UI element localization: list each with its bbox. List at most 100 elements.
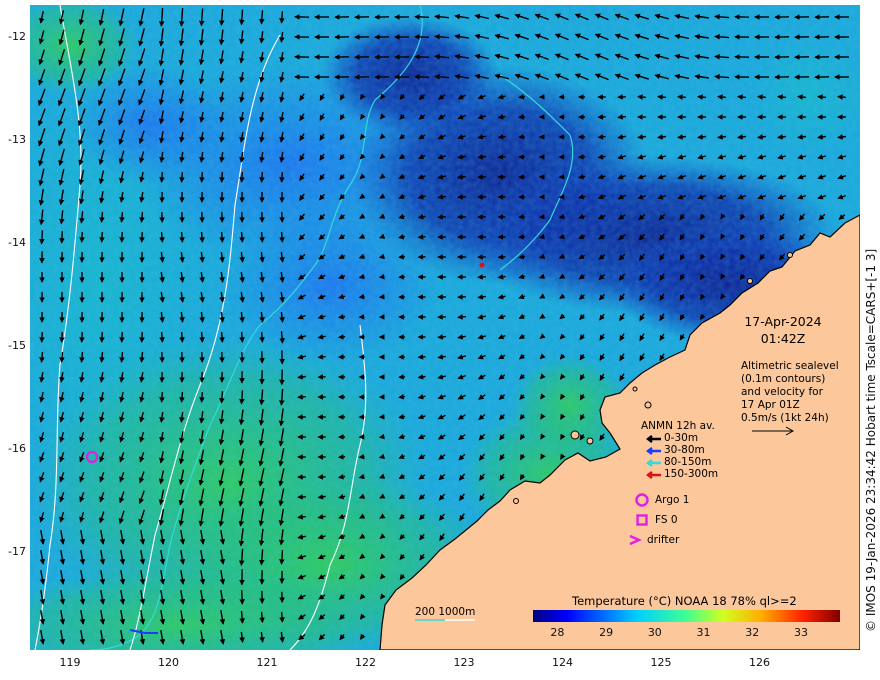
velocity-arrow: [119, 351, 125, 363]
velocity-arrow: [259, 611, 265, 624]
velocity-arrow: [279, 171, 285, 183]
anmn-title: ANMN 12h av.: [641, 420, 715, 432]
velocity-arrow: [159, 231, 165, 243]
velocity-arrow: [777, 94, 787, 100]
velocity-arrow: [179, 171, 185, 183]
velocity-arrow: [437, 214, 446, 220]
x-tick-label: 125: [650, 656, 672, 669]
colorbar-tick-label: 32: [745, 626, 760, 639]
velocity-arrow: [119, 331, 125, 343]
colorbar-title: Temperature (°C) NOAA 18 78% ql>=2: [572, 594, 797, 608]
velocity-arrow: [777, 134, 787, 140]
velocity-arrow: [378, 253, 385, 260]
velocity-arrow: [279, 11, 285, 24]
velocity-arrow: [518, 114, 525, 120]
velocity-arrow: [259, 10, 265, 25]
velocity-arrow: [259, 331, 265, 343]
velocity-arrow: [497, 254, 506, 260]
velocity-arrow: [99, 231, 105, 243]
velocity-arrow: [239, 331, 245, 343]
velocity-arrow: [398, 254, 405, 260]
velocity-arrow: [239, 390, 245, 405]
velocity-arrow: [817, 134, 827, 140]
fs-legend-label: FS 0: [655, 514, 678, 526]
y-tick-label: -12: [8, 30, 26, 43]
velocity-arrow: [159, 331, 165, 343]
velocity-arrow: [199, 391, 205, 403]
fs-legend-icon: [636, 514, 648, 526]
velocity-arrow: [417, 354, 426, 360]
velocity-arrow: [697, 134, 707, 140]
velocity-arrow: [279, 331, 285, 344]
velocity-arrow: [414, 74, 430, 80]
colorbar-tick-label: 33: [794, 626, 809, 639]
velocity-arrow: [577, 154, 586, 160]
velocity-arrow: [179, 391, 185, 403]
velocity-arrow: [337, 313, 346, 320]
velocity-arrow: [797, 94, 807, 100]
velocity-arrow: [297, 514, 306, 520]
velocity-arrow: [337, 334, 346, 340]
velocity-arrow: [239, 590, 245, 605]
velocity-arrow: [457, 174, 467, 180]
velocity-arrow: [337, 454, 346, 460]
velocity-arrow: [558, 213, 565, 220]
velocity-arrow: [737, 134, 747, 140]
velocity-arrow: [518, 234, 525, 240]
velocity-arrow: [239, 231, 245, 243]
date-label: 17-Apr-2024: [744, 314, 822, 329]
anmn-legend-arrow: [646, 435, 661, 443]
x-tick-label: 124: [552, 656, 573, 669]
y-tick-label: -17: [8, 545, 26, 558]
velocity-arrow: [697, 94, 707, 100]
velocity-arrow: [239, 610, 245, 624]
colorbar-tick-label: 31: [696, 626, 711, 639]
colorbar-tick-label: 28: [550, 626, 565, 639]
velocity-arrow: [59, 331, 65, 343]
velocity-arrow: [239, 9, 245, 26]
anmn-legend-label: 80-150m: [664, 456, 712, 468]
description-line: Altimetric sealevel: [741, 360, 839, 372]
velocity-arrow: [398, 393, 405, 400]
velocity-arrow: [99, 331, 105, 343]
velocity-arrow: [297, 394, 306, 400]
velocity-arrow: [477, 154, 486, 160]
velocity-arrow: [79, 331, 85, 343]
velocity-arrow: [817, 94, 827, 100]
velocity-arrow: [497, 274, 506, 280]
y-tick-label: -15: [8, 339, 26, 352]
credit-text: © IMOS 19-Jan-2026 23:34:42 Hobart time …: [864, 248, 878, 632]
colorbar: [533, 610, 840, 622]
velocity-arrow: [518, 253, 526, 260]
velocity-arrow: [39, 351, 45, 363]
velocity-arrow: [219, 391, 225, 404]
x-tick-label: 120: [158, 656, 179, 669]
anmn-legend-label: 0-30m: [664, 432, 699, 444]
velocity-arrow: [417, 234, 426, 240]
y-tick-label: -13: [8, 133, 26, 146]
depth-legend: 200 1000m: [415, 606, 476, 618]
velocity-arrow: [677, 134, 687, 140]
velocity-arrow: [199, 331, 205, 343]
velocity-arrow: [837, 94, 847, 100]
velocity-arrow: [259, 171, 265, 183]
velocity-arrow: [59, 351, 65, 363]
velocity-arrow: [79, 351, 85, 363]
velocity-arrow: [437, 334, 446, 340]
velocity-arrow: [757, 134, 767, 140]
time-label: 01:42Z: [760, 331, 806, 346]
velocity-arrow: [317, 354, 326, 360]
x-tick-label: 121: [256, 656, 278, 669]
velocity-arrow: [837, 134, 847, 140]
velocity-arrow: [657, 94, 667, 100]
description-block: Altimetric sealevel (0.1m contours) and …: [741, 360, 839, 425]
velocity-arrow: [414, 34, 430, 40]
velocity-arrow: [657, 134, 667, 140]
velocity-arrow: [358, 453, 365, 460]
anmn-legend-label: 30-80m: [664, 444, 705, 456]
velocity-arrow: [597, 134, 606, 140]
velocity-arrow: [457, 194, 467, 200]
mooring-marker[interactable]: [479, 262, 485, 268]
drifter-legend-icon: [629, 534, 642, 546]
velocity-arrow: [199, 231, 205, 243]
